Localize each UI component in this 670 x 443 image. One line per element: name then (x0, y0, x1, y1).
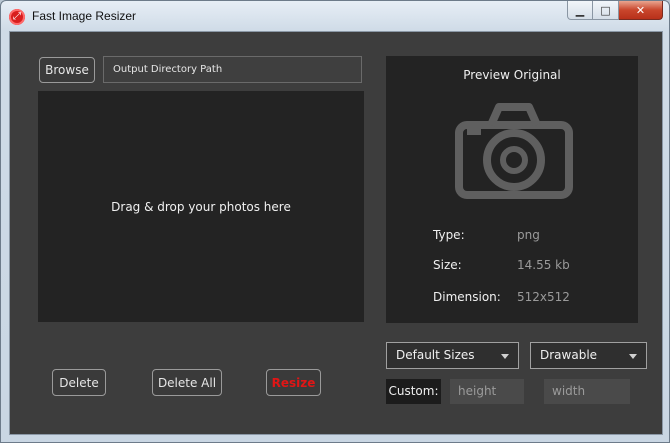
dimension-label: Dimension: (433, 290, 501, 304)
output-directory-field[interactable]: Output Directory Path (103, 56, 362, 83)
resize-button[interactable]: Resize (266, 369, 321, 396)
type-label: Type: (433, 228, 465, 242)
window-controls: ▁ □ ✕ (567, 1, 663, 20)
delete-button[interactable]: Delete (52, 369, 106, 396)
drop-zone-text: Drag & drop your photos here (111, 199, 291, 214)
chevron-down-icon (501, 354, 509, 359)
title-bar[interactable]: ⤢ Fast Image Resizer ▁ □ ✕ (1, 1, 669, 31)
size-preset-dropdown[interactable]: Default Sizes (386, 342, 519, 369)
target-dropdown[interactable]: Drawable (530, 342, 647, 369)
width-input[interactable] (544, 379, 630, 404)
minimize-button[interactable]: ▁ (567, 1, 593, 20)
camera-icon (455, 103, 573, 199)
photo-drop-zone[interactable]: Drag & drop your photos here (38, 91, 364, 322)
maximize-button[interactable]: □ (593, 1, 619, 20)
size-value: 14.55 kb (517, 258, 570, 272)
preview-panel: Preview Original Type: png Size: 14.55 k… (386, 56, 638, 323)
preview-title: Preview Original (463, 68, 561, 82)
app-window: ⤢ Fast Image Resizer ▁ □ ✕ Browse Output… (0, 0, 670, 443)
type-value: png (517, 228, 540, 242)
size-label: Size: (433, 258, 462, 272)
browse-button[interactable]: Browse (39, 57, 95, 83)
chevron-down-icon (629, 354, 637, 359)
delete-all-button[interactable]: Delete All (152, 369, 222, 396)
main-panel: Browse Output Directory Path Drag & drop… (9, 31, 663, 435)
window-title: Fast Image Resizer (32, 9, 137, 23)
custom-label: Custom: (386, 379, 441, 404)
close-button[interactable]: ✕ (619, 1, 663, 20)
target-value: Drawable (540, 348, 598, 362)
dimension-value: 512x512 (517, 290, 570, 304)
app-icon: ⤢ (9, 9, 25, 25)
size-preset-value: Default Sizes (396, 348, 475, 362)
height-input[interactable] (450, 379, 524, 404)
